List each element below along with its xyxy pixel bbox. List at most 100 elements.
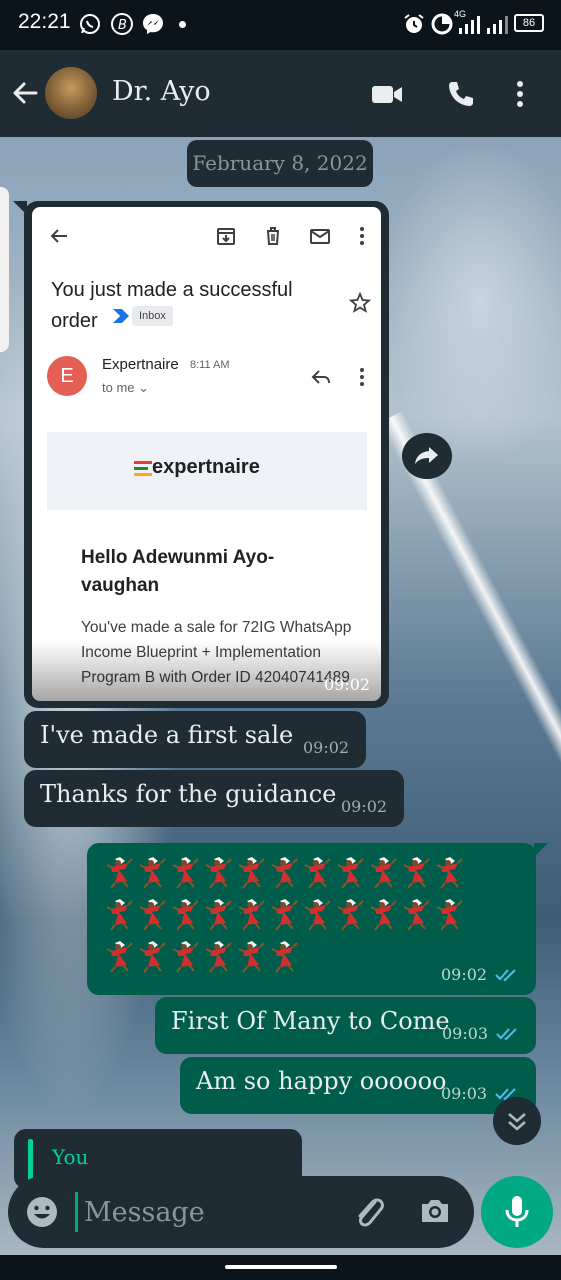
- message-composer: [8, 1176, 474, 1248]
- read-ticks-icon: [495, 969, 516, 982]
- emoji-icon[interactable]: [24, 1194, 60, 1230]
- dancer-emoji-icon: [101, 895, 134, 931]
- dancer-emoji-icon: [299, 895, 332, 931]
- dancer-emoji-icon: [266, 853, 299, 889]
- b-icon: B: [111, 13, 133, 35]
- sender-time: 8:11 AM: [190, 359, 230, 371]
- whatsapp-icon: [80, 14, 100, 34]
- image-message[interactable]: You just made a successful order Inbox E…: [24, 201, 389, 708]
- sender-name: Expertnaire: [102, 356, 179, 373]
- status-bar: 22:21 B 4G 86: [0, 0, 561, 50]
- message-time: 09:02: [303, 738, 350, 757]
- more-options-icon[interactable]: [510, 78, 530, 110]
- dancer-emoji-icon: [266, 937, 299, 973]
- dancer-emoji-icon: [134, 853, 167, 889]
- archive-icon: [217, 228, 235, 245]
- notification-dot: [179, 21, 186, 28]
- chat-header: Dr. Ayo: [0, 50, 561, 137]
- dancer-emoji-icon: [299, 853, 332, 889]
- message-time: 09:03: [442, 1024, 489, 1043]
- dancer-emoji-icon: [431, 853, 464, 889]
- reply-icon: [311, 370, 330, 384]
- incoming-message[interactable]: I've made a first sale 09:02: [24, 711, 366, 768]
- message-input[interactable]: [84, 1190, 334, 1234]
- dancer-emoji-icon: [167, 853, 200, 889]
- dancer-emoji-icon: [365, 853, 398, 889]
- dancer-emoji-icon: [200, 853, 233, 889]
- back-arrow-icon[interactable]: [10, 78, 40, 108]
- dancer-emoji-icon: [365, 895, 398, 931]
- message-text: Am so happy oooooo: [196, 1067, 447, 1095]
- signal-icon: [487, 16, 508, 34]
- emoji-row: [101, 891, 464, 933]
- message-time: 09:02: [441, 965, 488, 984]
- outgoing-emoji-message[interactable]: 09:02: [87, 843, 536, 995]
- dancer-emoji-icon: [332, 895, 365, 931]
- dancer-emoji-icon: [398, 853, 431, 889]
- svg-text:B: B: [118, 18, 127, 33]
- message-time: 09:03: [441, 1084, 488, 1103]
- message-time: 09:02: [341, 797, 388, 816]
- emoji-row: [101, 933, 299, 975]
- star-icon: [348, 291, 372, 313]
- dancer-emoji-icon: [332, 853, 365, 889]
- message-text: I've made a first sale: [40, 721, 294, 749]
- expertnaire-logo-icon: [134, 461, 152, 477]
- email-back-icon: [50, 229, 67, 243]
- email-screenshot[interactable]: You just made a successful order Inbox E…: [32, 207, 381, 701]
- delete-icon: [267, 227, 279, 245]
- chat-area[interactable]: February 8, 2022 You just made a success…: [0, 137, 561, 1255]
- dancer-emoji-icon: [101, 853, 134, 889]
- incoming-message[interactable]: Thanks for the guidance 09:02: [24, 770, 404, 827]
- dancer-emoji-icon: [233, 895, 266, 931]
- dancer-emoji-icon: [233, 853, 266, 889]
- avatar[interactable]: [45, 67, 97, 119]
- outgoing-message[interactable]: Am so happy oooooo 09:03: [180, 1057, 536, 1114]
- recipient-line: to me ⌄: [102, 380, 150, 395]
- quoted-author: You: [52, 1145, 89, 1169]
- scroll-down-icon[interactable]: [493, 1097, 541, 1145]
- data-saver-icon: [431, 13, 453, 35]
- message-text: First Of Many to Come: [171, 1007, 450, 1035]
- dancer-emoji-icon: [266, 895, 299, 931]
- dancer-emoji-icon: [167, 937, 200, 973]
- alarm-icon: [404, 14, 424, 33]
- forward-icon[interactable]: [402, 433, 452, 479]
- outgoing-message[interactable]: First Of Many to Come 09:03: [155, 997, 536, 1054]
- attach-icon[interactable]: [351, 1192, 387, 1232]
- dancer-emoji-icon: [398, 895, 431, 931]
- voice-call-icon[interactable]: [444, 78, 478, 110]
- battery-icon: 86: [514, 14, 544, 32]
- signal-icon: [459, 16, 480, 34]
- dancer-emoji-icon: [101, 937, 134, 973]
- sender-avatar: E: [47, 356, 87, 396]
- dancer-emoji-icon: [134, 937, 167, 973]
- mail-icon: [310, 229, 330, 244]
- dancer-emoji-icon: [134, 895, 167, 931]
- wallpaper-cloud: [380, 137, 561, 467]
- bubble-tail: [534, 843, 548, 857]
- text-caret: [75, 1192, 78, 1232]
- email-subject: You just made a successful order: [51, 279, 293, 332]
- message-time: 09:02: [324, 675, 371, 694]
- email-more-icon: [360, 227, 364, 245]
- video-call-icon[interactable]: [370, 78, 404, 110]
- system-nav-bar: [0, 1255, 561, 1280]
- dancer-emoji-icon: [431, 895, 464, 931]
- message-text: Thanks for the guidance: [40, 780, 337, 808]
- contact-name[interactable]: Dr. Ayo: [112, 76, 211, 107]
- inbox-tag: Inbox: [132, 306, 173, 326]
- camera-icon[interactable]: [418, 1194, 452, 1228]
- dancer-emoji-icon: [167, 895, 200, 931]
- logo-text: expertnaire: [152, 456, 260, 478]
- mic-icon: [505, 1196, 529, 1227]
- messenger-icon: [143, 14, 163, 34]
- mic-button[interactable]: [481, 1176, 553, 1248]
- previous-media-edge: [0, 187, 9, 352]
- dancer-emoji-icon: [200, 895, 233, 931]
- dancer-emoji-icon: [233, 937, 266, 973]
- read-ticks-icon: [496, 1028, 517, 1041]
- home-indicator[interactable]: [225, 1265, 337, 1269]
- email-greeting: Hello Adewunmi Ayo-vaughan: [81, 547, 275, 596]
- dancer-emoji-icon: [200, 937, 233, 973]
